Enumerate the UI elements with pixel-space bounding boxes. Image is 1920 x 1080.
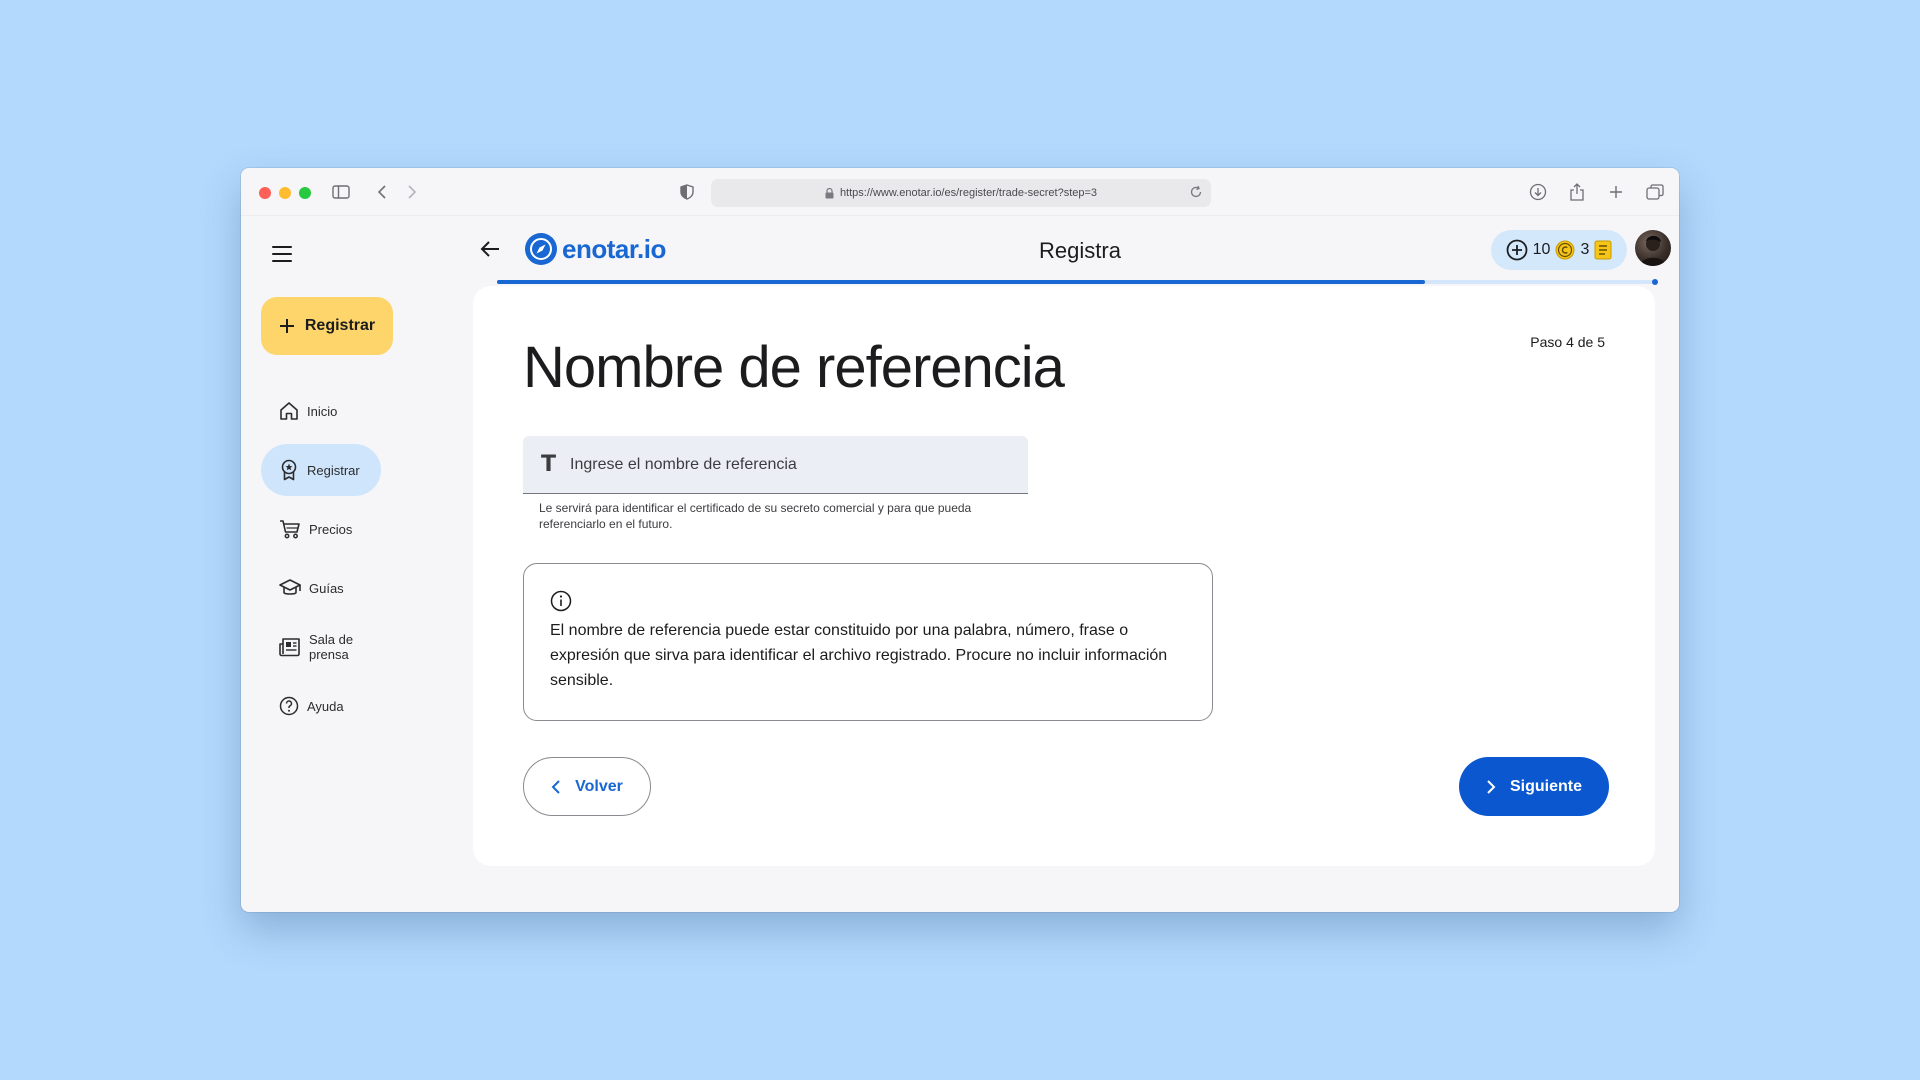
help-icon	[279, 696, 299, 716]
sidebar-item-precios[interactable]: Precios	[261, 503, 381, 555]
form-card: Paso 4 de 5 Nombre de referencia T Le se…	[473, 286, 1655, 866]
page-header-title: Registra	[1039, 238, 1121, 263]
chevron-left-icon	[551, 779, 560, 794]
browser-titlebar: https://www.enotar.io/es/register/trade-…	[241, 168, 1679, 216]
award-icon	[281, 459, 297, 481]
graduation-cap-icon	[279, 579, 301, 595]
reload-icon[interactable]	[1189, 185, 1203, 199]
back-button[interactable]: Volver	[523, 757, 651, 816]
share-icon[interactable]	[1565, 180, 1589, 204]
coins-count: 3	[1580, 241, 1590, 258]
close-window-button[interactable]	[259, 187, 271, 199]
compass-logo-icon	[525, 233, 557, 265]
sidebar-item-label: Guías	[309, 580, 344, 596]
user-avatar[interactable]	[1635, 230, 1671, 266]
tab-overview-icon[interactable]	[1643, 180, 1667, 204]
progress-end-dot	[1652, 279, 1658, 285]
plus-icon	[279, 319, 294, 333]
sidebar-item-label: Precios	[309, 521, 353, 537]
sidebar-item-registrar[interactable]: Registrar	[261, 444, 381, 496]
minimize-window-button[interactable]	[279, 187, 291, 199]
progress-bar	[497, 279, 1658, 285]
input-helper-text: Le servirá para identificar el certifica…	[539, 501, 972, 531]
document-certificate-icon	[1594, 240, 1612, 260]
reference-name-input[interactable]	[570, 455, 1001, 474]
cart-icon	[280, 520, 300, 539]
url-text: https://www.enotar.io/es/register/trade-…	[839, 187, 1098, 199]
sidebar-item-ayuda[interactable]: Ayuda	[261, 680, 381, 732]
credits-balance[interactable]: 10 3	[1491, 230, 1627, 270]
info-text: El nombre de referencia puede estar cons…	[550, 622, 1168, 689]
coin-icon	[1555, 240, 1575, 260]
sidebar-item-guias[interactable]: Guías	[261, 562, 381, 614]
browser-back-icon[interactable]	[370, 180, 394, 204]
logo-text: enotar.io	[562, 233, 666, 264]
sidebar-item-sala-de-prensa[interactable]: Sala de prensa	[261, 621, 381, 673]
menu-icon[interactable]	[272, 246, 292, 262]
credits-count: 10	[1532, 241, 1551, 258]
browser-window: https://www.enotar.io/es/register/trade-…	[241, 168, 1679, 912]
register-button[interactable]: Registrar	[261, 297, 393, 355]
enotario-logo[interactable]: enotar.io	[524, 232, 666, 266]
progress-bar-fill	[497, 280, 1425, 284]
newspaper-icon	[279, 638, 300, 657]
step-indicator: Paso 4 de 5	[1530, 334, 1605, 350]
maximize-window-button[interactable]	[299, 187, 311, 199]
page-title: Nombre de referencia	[523, 335, 1065, 400]
home-icon	[280, 402, 298, 420]
sidebar-item-label: Inicio	[307, 403, 338, 419]
text-field-icon: T	[541, 452, 557, 477]
browser-forward-icon[interactable]	[400, 180, 424, 204]
lock-icon	[825, 187, 834, 199]
privacy-shield-icon[interactable]	[675, 180, 699, 204]
register-button-label: Registrar	[304, 317, 376, 334]
chevron-right-icon	[1487, 779, 1496, 794]
sidebar-toggle-icon[interactable]	[329, 180, 353, 204]
download-icon[interactable]	[1526, 180, 1550, 204]
add-credits-icon	[1506, 239, 1528, 261]
sidebar-item-label: Ayuda	[307, 698, 344, 714]
address-bar[interactable]: https://www.enotar.io/es/register/trade-…	[711, 179, 1211, 207]
new-tab-icon[interactable]	[1604, 180, 1628, 204]
sidebar-item-label: Registrar	[307, 462, 360, 478]
back-button-label: Volver	[575, 777, 623, 795]
sidebar-item-inicio[interactable]: Inicio	[261, 385, 381, 437]
info-callout: El nombre de referencia puede estar cons…	[523, 563, 1213, 721]
reference-name-field[interactable]: T	[523, 436, 1028, 494]
sidebar-item-label: Sala de prensa	[309, 632, 354, 662]
next-button-label: Siguiente	[1509, 777, 1582, 795]
info-icon	[550, 590, 572, 612]
back-arrow-icon[interactable]	[480, 240, 500, 263]
next-button[interactable]: Siguiente	[1459, 757, 1609, 816]
sidebar: Registrar Inicio Registrar Precios Guías…	[241, 216, 473, 912]
